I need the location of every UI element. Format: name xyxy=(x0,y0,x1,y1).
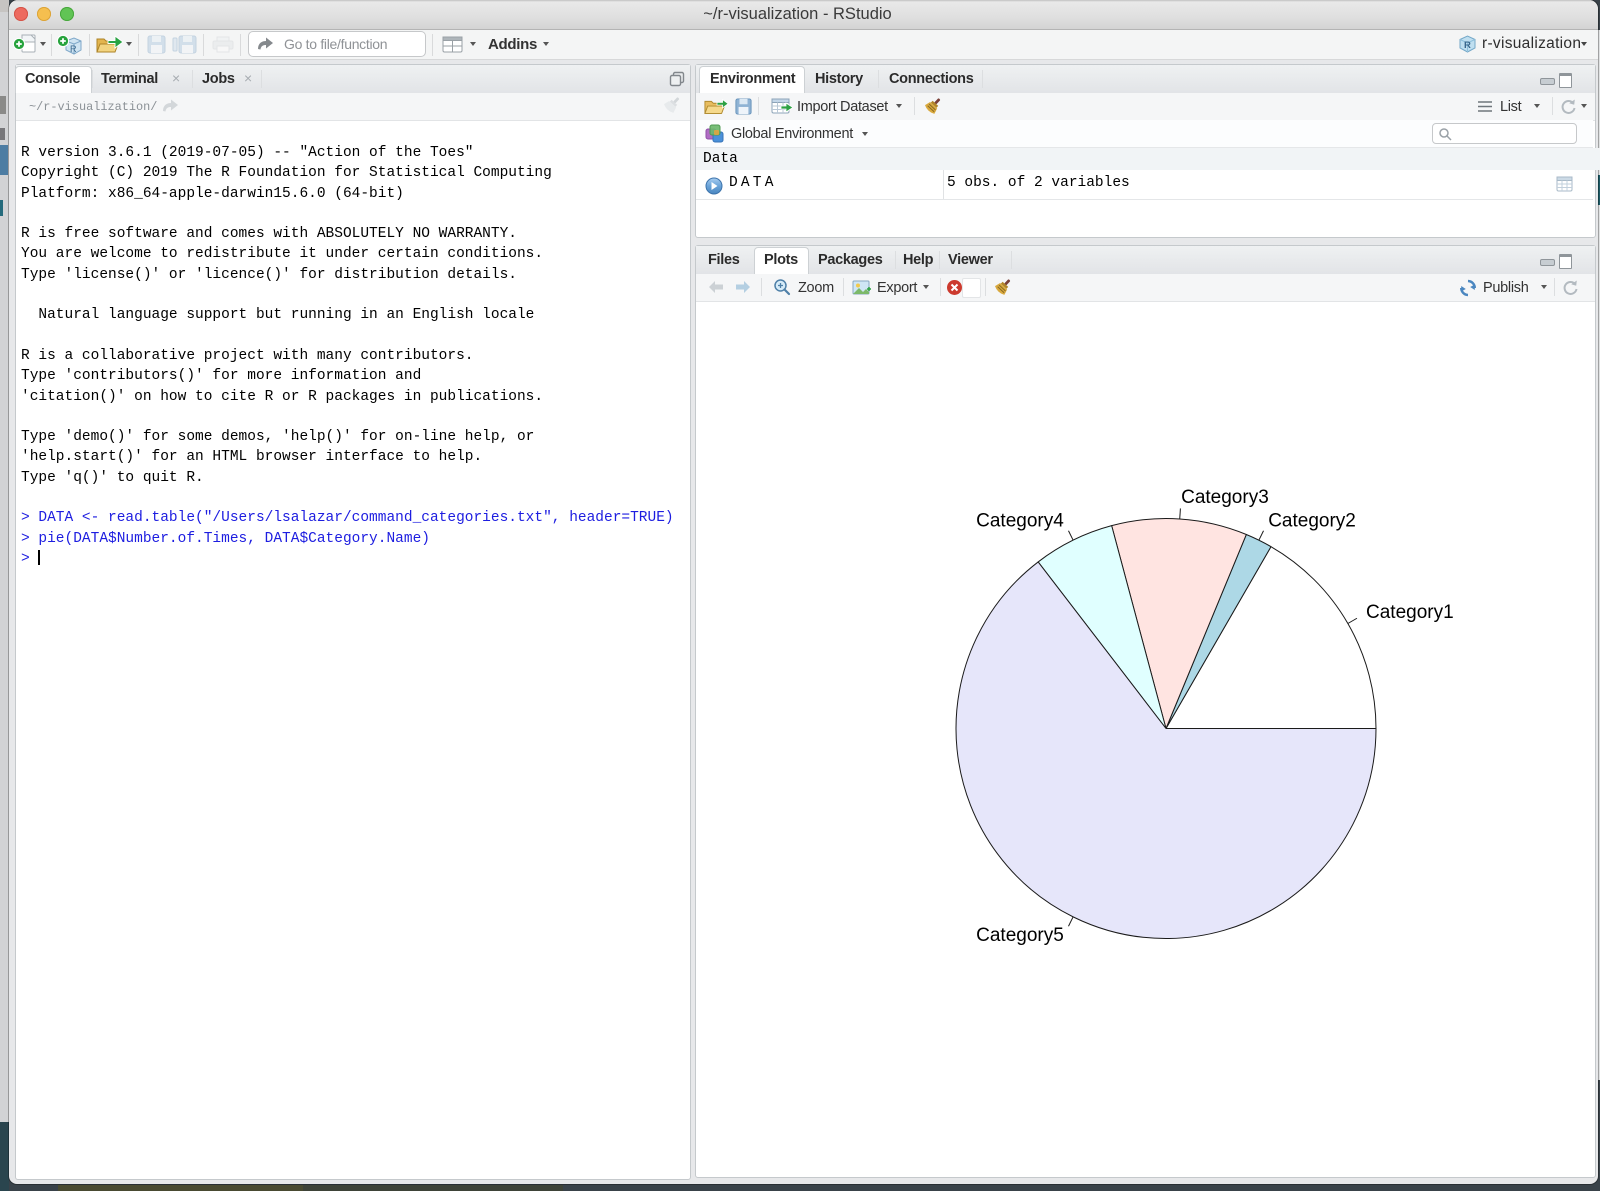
svg-text:Category5: Category5 xyxy=(976,925,1064,946)
svg-text:Category4: Category4 xyxy=(976,510,1064,531)
svg-text:Category1: Category1 xyxy=(1366,602,1454,623)
svg-text:R: R xyxy=(1464,40,1471,51)
svg-text:Category3: Category3 xyxy=(1181,487,1269,508)
svg-text:R: R xyxy=(70,44,77,54)
svg-text:Category2: Category2 xyxy=(1268,510,1356,531)
